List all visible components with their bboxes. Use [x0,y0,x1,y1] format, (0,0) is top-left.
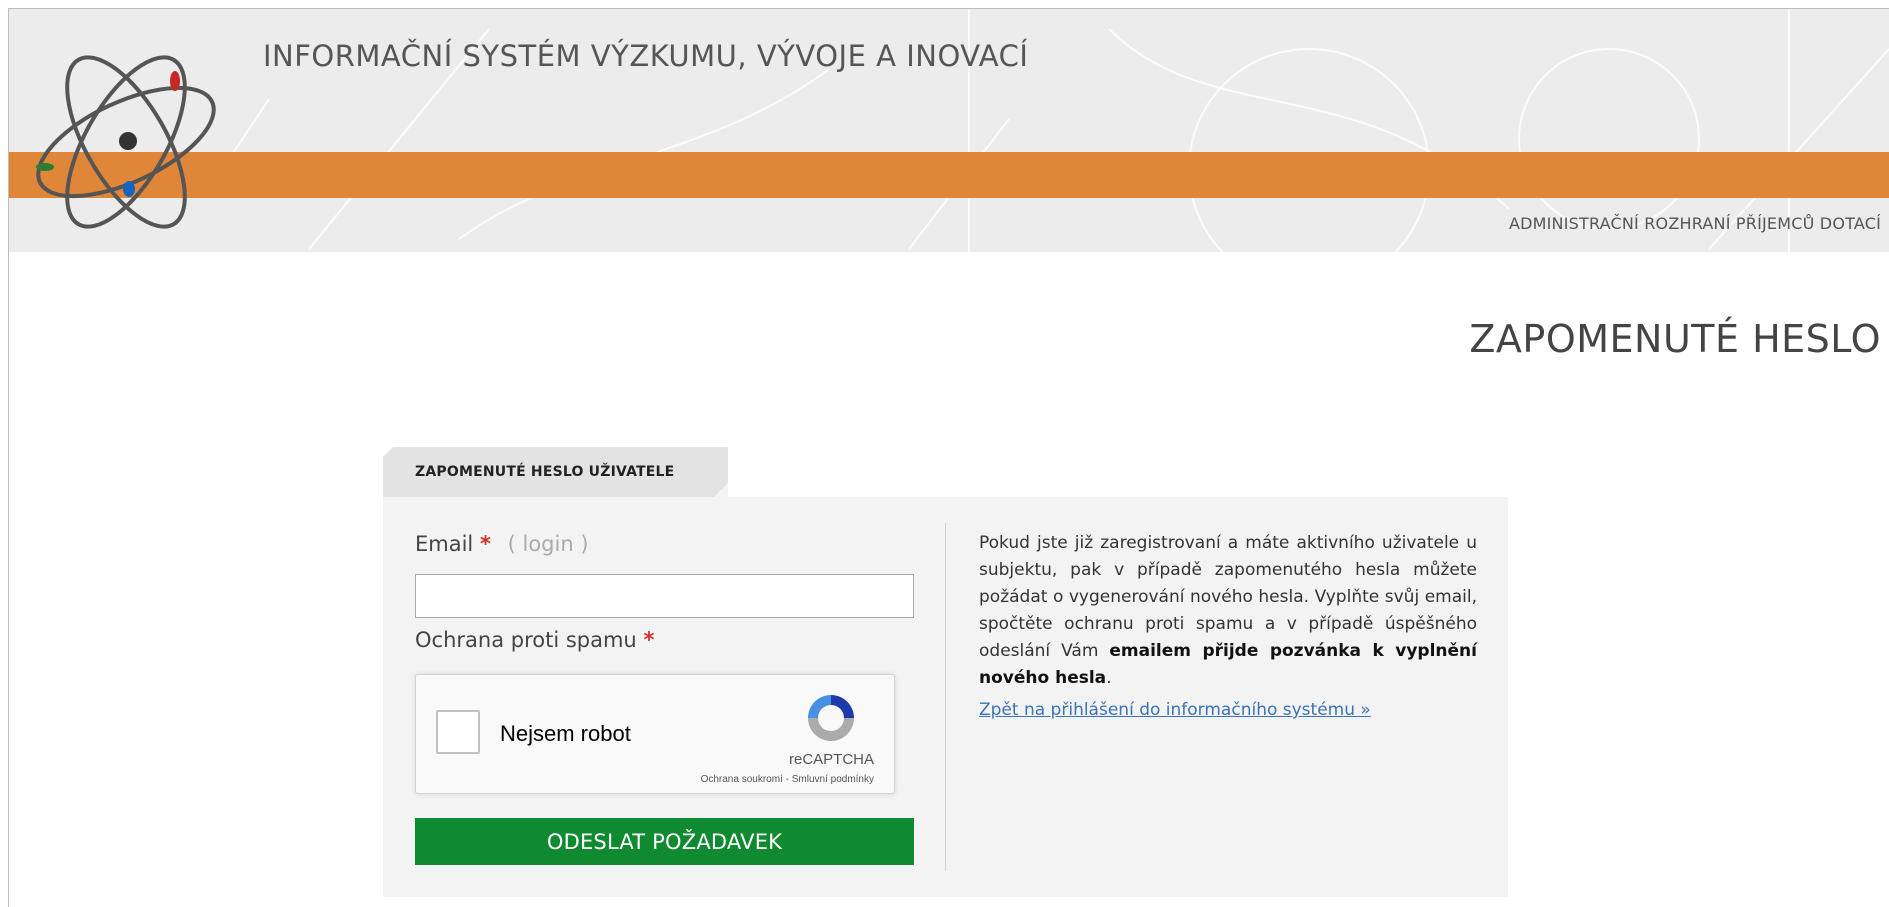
recaptcha-links-separator: - [782,774,792,785]
atom-logo-icon [36,55,216,229]
recaptcha-label: Nejsem robot [500,721,631,746]
email-label-text: Email [415,532,474,556]
submit-request-button[interactable]: ODESLAT POŽADAVEK [415,818,914,865]
forgotten-password-panel: Email * ( login ) Ochrana proti spamu * … [383,497,1508,897]
orange-accent-bar [9,152,1889,198]
spam-required-mark: * [643,628,655,652]
email-required-mark: * [479,532,491,556]
form-tab: ZAPOMENUTÉ HESLO UŽIVATELE [383,447,728,497]
page-title: ZAPOMENUTÉ HESLO [1469,317,1881,361]
admin-interface-label: ADMINISTRAČNÍ ROZHRANÍ PŘÍJEMCŮ DOTACÍ [1508,214,1881,233]
email-label: Email * ( login ) [415,532,589,556]
info-text-end: . [1106,668,1112,688]
spam-label-text: Ochrana proti spamu [415,628,637,652]
recaptcha-terms-link[interactable]: Smluvní podmínky [792,774,874,785]
recaptcha-checkbox[interactable] [436,710,480,754]
info-text: Pokud jste již zaregistrovaní a máte akt… [979,530,1477,692]
spam-protection-label: Ochrana proti spamu * [415,628,654,652]
recaptcha-logo-icon [808,695,854,741]
email-field[interactable] [415,574,914,618]
site-title: INFORMAČNÍ SYSTÉM VÝZKUMU, VÝVOJE A INOV… [263,39,1029,73]
recaptcha-links: Ochrana soukromí - Smluvní podmínky [701,774,874,785]
recaptcha-brand: reCAPTCHA [788,751,874,768]
email-login-hint: ( login ) [507,532,589,556]
recaptcha-widget: Nejsem robot reCAPTCHA Ochrana soukromí … [415,674,895,794]
recaptcha-privacy-link[interactable]: Ochrana soukromí [701,774,783,785]
site-header: INFORMAČNÍ SYSTÉM VÝZKUMU, VÝVOJE A INOV… [9,9,1889,252]
back-to-login-link[interactable]: Zpět na přihlášení do informačního systé… [979,700,1371,720]
panel-divider [945,523,946,871]
form-tab-label: ZAPOMENUTÉ HESLO UŽIVATELE [415,464,675,480]
